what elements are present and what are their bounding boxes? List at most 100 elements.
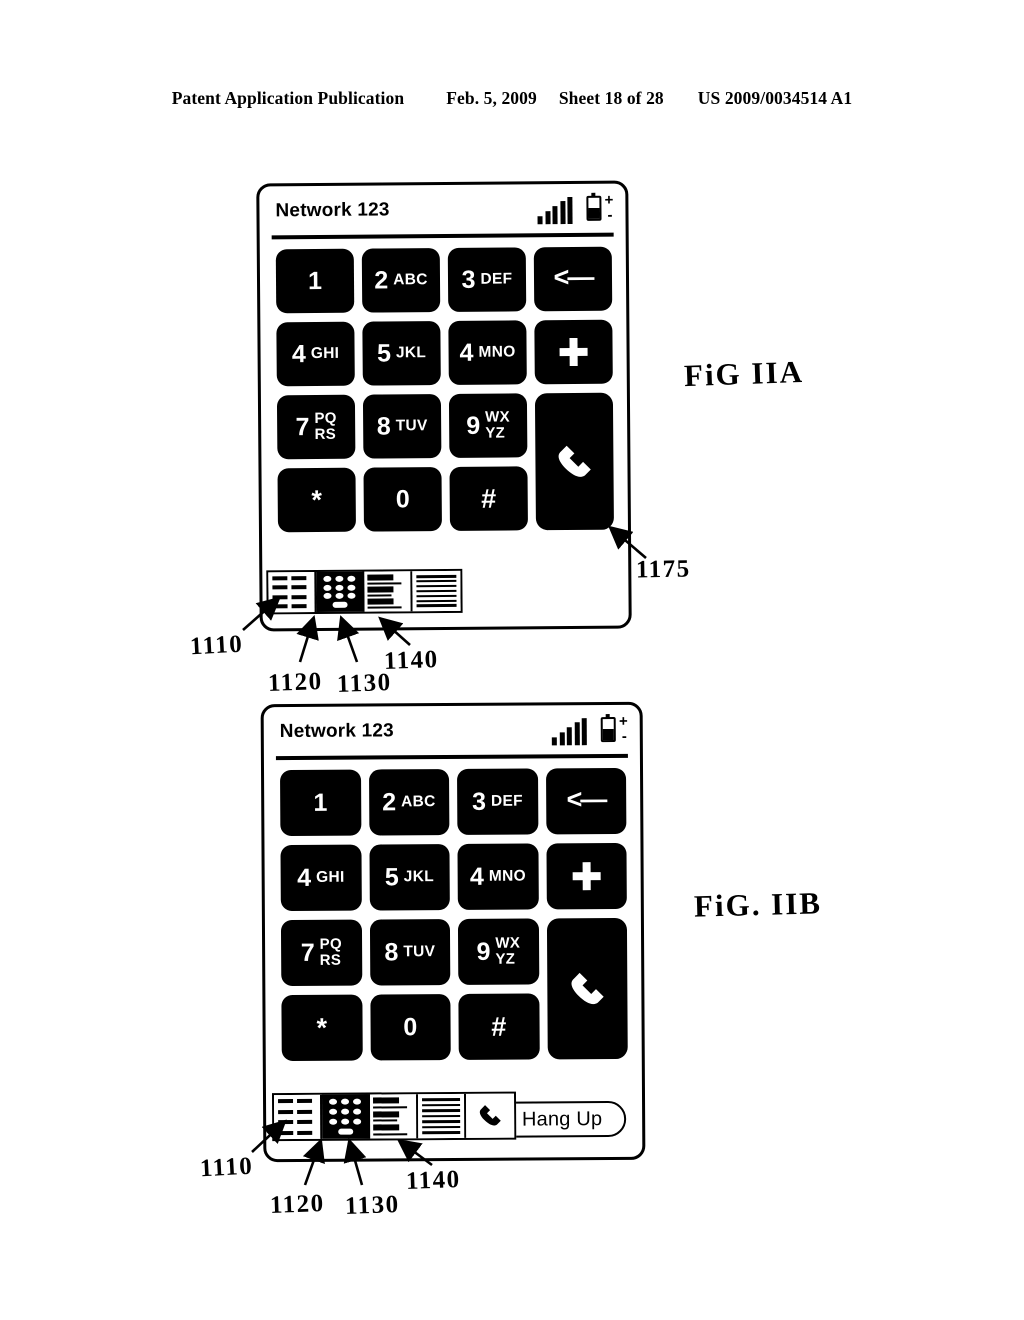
list-bars-icon — [367, 574, 407, 609]
status-bar: Network 123 + - — [271, 188, 614, 240]
key-7[interactable]: 7 PQ RS — [280, 919, 362, 987]
header-sheet: Sheet 18 of 28 — [558, 88, 664, 108]
callout-1140-a: 1140 — [383, 646, 440, 675]
callout-1110-a: 1110 — [189, 630, 244, 661]
key-4[interactable]: 4 GHI — [276, 321, 355, 387]
key-digit: 5 — [384, 862, 399, 891]
key-digit: 2 — [374, 265, 389, 295]
key-digit: 7 — [295, 412, 310, 441]
battery-minus-label: - — [621, 727, 627, 745]
taskbar-cell-keypad[interactable] — [321, 1094, 371, 1139]
key-letters: JKL — [395, 343, 427, 362]
backspace-arrow-icon: <— — [566, 783, 606, 814]
callout-1120-a: 1120 — [267, 668, 324, 697]
key-3[interactable]: 3 DEF — [447, 247, 527, 312]
key-9[interactable]: 9 WX YZ — [457, 918, 539, 985]
key-digit: 8 — [384, 937, 399, 966]
text-lines-icon — [422, 1097, 461, 1135]
key-call[interactable] — [534, 392, 614, 531]
taskbar-cell-list[interactable] — [369, 1094, 419, 1139]
key-backspace[interactable]: <— — [533, 246, 613, 312]
signal-bars-icon — [551, 717, 587, 745]
key-digit: 4 — [291, 339, 306, 368]
keypad-dots-icon — [321, 575, 357, 608]
list-bars-icon — [373, 1097, 413, 1136]
header-date: Feb. 5, 2009 — [446, 88, 537, 108]
key-hash[interactable]: # — [449, 466, 528, 531]
key-6[interactable]: 4 MNO — [457, 843, 539, 910]
key-4[interactable]: 4 GHI — [280, 844, 362, 912]
battery-plus-label: + — [604, 191, 614, 209]
key-call[interactable] — [546, 917, 628, 1060]
text-lines-icon — [416, 574, 457, 608]
key-plus[interactable] — [534, 319, 613, 385]
key-digit: 3 — [461, 265, 476, 294]
key-0[interactable]: 0 — [369, 994, 451, 1061]
hang-up-button[interactable]: Hang Up — [498, 1100, 627, 1138]
keypad-dots-icon — [327, 1098, 363, 1135]
callout-1140-b: 1140 — [405, 1166, 462, 1195]
taskbar-cell-dashes[interactable] — [268, 572, 317, 613]
grid-dashes-icon — [278, 1098, 316, 1136]
key-digit: 1 — [307, 266, 323, 295]
key-hash[interactable]: # — [458, 993, 540, 1060]
network-name: Network 123 — [275, 199, 390, 222]
key-5[interactable]: 5 JKL — [362, 321, 441, 386]
plus-icon — [571, 861, 601, 891]
figure-label-11a: FiG IIA — [683, 353, 805, 394]
taskbar-cell-list[interactable] — [364, 571, 413, 612]
key-digit: 4 — [297, 863, 312, 892]
key-star[interactable]: * — [277, 467, 356, 533]
key-6[interactable]: 4 MNO — [448, 320, 527, 385]
callout-1120-b: 1120 — [269, 1190, 326, 1219]
phone-device-11a: Network 123 + - 1 2 ABC 3 DEF <— 4 GHI 5 JKL… — [256, 180, 632, 632]
publication-header: Patent Application Publication Feb. 5, 2… — [0, 88, 1024, 109]
battery-icon: + - — [583, 191, 614, 223]
key-digit: 4 — [469, 862, 484, 891]
key-letters: GHI — [310, 344, 340, 362]
header-publication: Patent Application Publication — [171, 88, 405, 108]
taskbar-cell-lines[interactable] — [412, 570, 461, 612]
taskbar-cell-lines[interactable] — [417, 1093, 467, 1139]
key-digit: # — [481, 483, 497, 514]
key-star[interactable]: * — [281, 994, 363, 1062]
key-7[interactable]: 7 PQ RS — [276, 394, 356, 460]
header-patent-number: US 2009/0034514 A1 — [697, 88, 853, 108]
key-plus[interactable] — [545, 842, 627, 910]
keypad-11b: 1 2 ABC 3 DEF <— 4 GHI 5 JKL 4 MNO 7 PQ RS 8 TU… — [280, 767, 628, 1062]
key-1[interactable]: 1 — [275, 248, 355, 314]
key-letters: JKL — [403, 867, 435, 886]
key-letters: MNO — [488, 867, 526, 885]
key-letters: PQ RS — [314, 410, 337, 444]
key-8[interactable]: 8 TUV — [369, 919, 451, 986]
key-letters: PQ RS — [319, 935, 342, 969]
callout-1130-b: 1130 — [344, 1191, 401, 1220]
key-digit: 7 — [300, 938, 315, 967]
key-2[interactable]: 2 ABC — [361, 248, 441, 313]
key-backspace[interactable]: <— — [545, 767, 627, 835]
key-5[interactable]: 5 JKL — [368, 844, 450, 911]
key-0[interactable]: 0 — [363, 467, 442, 532]
taskbar-11b — [271, 1091, 517, 1142]
handset-icon — [571, 972, 604, 1004]
key-9[interactable]: 9 WX YZ — [448, 393, 528, 458]
keypad-11a: 1 2 ABC 3 DEF <— 4 GHI 5 JKL 4 MNO 7 PQ RS 8 TU… — [275, 246, 614, 533]
taskbar-11a — [266, 568, 463, 615]
backspace-arrow-icon: <— — [553, 261, 593, 292]
callout-1110-b: 1110 — [199, 1152, 254, 1183]
handset-icon — [466, 1094, 514, 1138]
key-digit: * — [311, 484, 323, 515]
key-digit: 8 — [376, 411, 391, 441]
key-digit: 3 — [471, 787, 487, 816]
key-2[interactable]: 2 ABC — [368, 769, 450, 836]
key-digit: # — [491, 1011, 507, 1042]
plus-icon — [558, 337, 588, 367]
phone-device-11b: Network 123 + - 1 2 ABC 3 DEF <— 4 GHI 5 JKL… — [260, 701, 646, 1163]
taskbar-cell-handset[interactable] — [465, 1093, 515, 1138]
key-1[interactable]: 1 — [280, 769, 361, 837]
taskbar-cell-keypad[interactable] — [316, 571, 365, 613]
taskbar-cell-dashes[interactable] — [273, 1094, 323, 1140]
key-digit: 1 — [313, 788, 328, 817]
key-3[interactable]: 3 DEF — [457, 768, 538, 835]
key-8[interactable]: 8 TUV — [362, 394, 442, 459]
